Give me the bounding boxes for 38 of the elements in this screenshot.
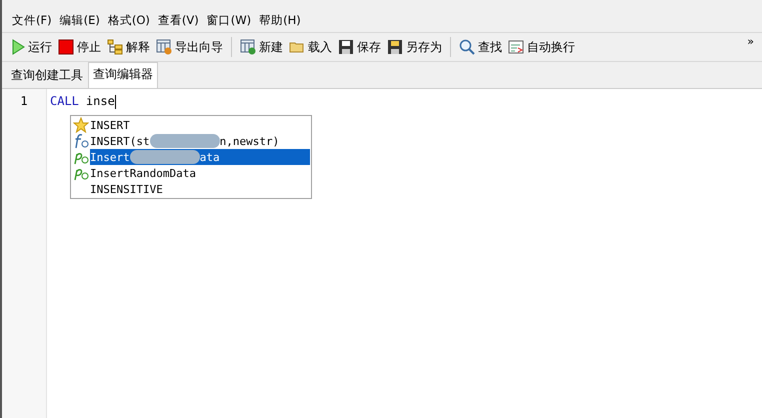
toolbar-button[interactable]: 另存为: [384, 36, 445, 58]
star-icon: [73, 117, 89, 133]
toolbar-button[interactable]: 载入: [286, 36, 335, 58]
tab[interactable]: 查询创建工具: [6, 63, 88, 88]
redaction-blur: [130, 150, 200, 164]
redaction-blur: [150, 134, 220, 148]
word-wrap-icon: [508, 39, 524, 55]
toolbar-button[interactable]: 查找: [456, 36, 505, 58]
menu-item[interactable]: 帮助(H): [255, 12, 305, 28]
completion-item[interactable]: InsertRandomData: [72, 165, 310, 181]
toolbar-button[interactable]: 新建: [237, 36, 286, 58]
menu-item[interactable]: 文件(F): [8, 12, 56, 28]
line-number: 1: [20, 94, 28, 109]
toolbar-button[interactable]: 自动换行: [505, 36, 578, 58]
menu-item[interactable]: 窗口(W): [202, 12, 256, 28]
table-export-icon: [156, 39, 172, 55]
completion-item[interactable]: INSENSITIVE: [72, 181, 310, 197]
table-add-icon: [240, 39, 256, 55]
overflow-button[interactable]: »: [739, 35, 762, 48]
play-icon: [11, 39, 25, 55]
toolbar-button[interactable]: 解释: [104, 36, 153, 58]
stop-icon: [58, 39, 74, 55]
menu-item[interactable]: 格式(O): [104, 12, 154, 28]
toolbar-button[interactable]: 导出向导: [153, 36, 226, 58]
function-icon: [73, 133, 89, 149]
completion-item[interactable]: Insert ata: [72, 149, 310, 165]
toolbar-button[interactable]: 运行: [8, 36, 55, 58]
toolbar-button[interactable]: 保存: [335, 36, 384, 58]
toolbar-button[interactable]: 停止: [55, 36, 104, 58]
code-keyword: CALL: [50, 94, 79, 108]
completion-item[interactable]: INSERT(st n,newstr): [72, 133, 310, 149]
menu-item[interactable]: 编辑(E): [56, 12, 104, 28]
tab[interactable]: 查询编辑器: [88, 62, 158, 88]
menu-item[interactable]: 查看(V): [154, 12, 203, 28]
code-text[interactable]: inse: [86, 94, 115, 108]
tree-icon: [107, 39, 123, 55]
search-icon: [459, 39, 475, 55]
completion-item[interactable]: INSERT: [72, 117, 310, 133]
